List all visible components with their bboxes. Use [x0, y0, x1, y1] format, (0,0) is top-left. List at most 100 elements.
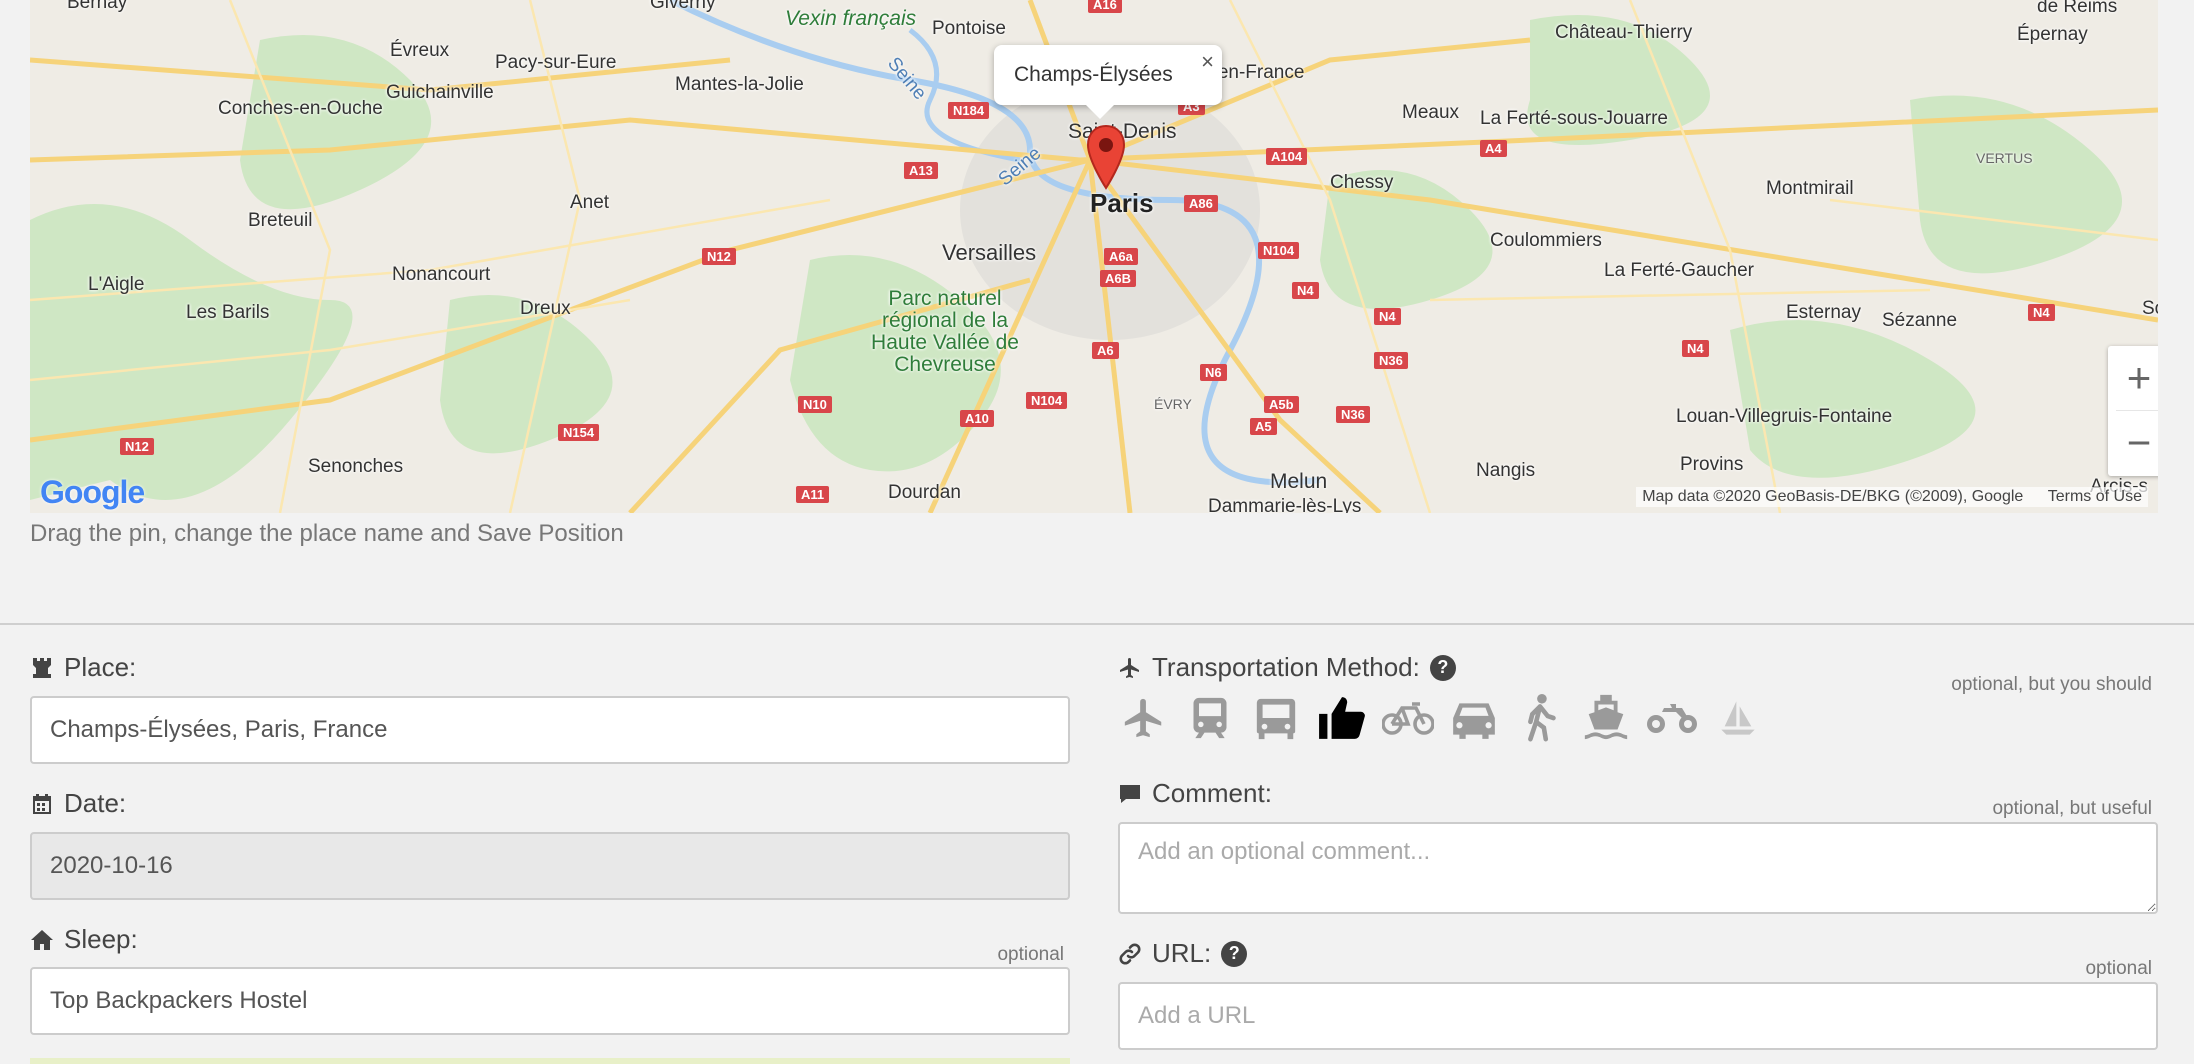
infowindow-tail — [1084, 103, 1116, 119]
url-help-icon[interactable]: ? — [1221, 940, 1248, 967]
transport-plane-button[interactable] — [1118, 690, 1170, 746]
place-label: Pontoise — [932, 18, 1006, 39]
comment-textarea[interactable] — [1118, 822, 2158, 914]
place-label: So — [2142, 298, 2158, 319]
place-label: ÉVRY — [1154, 396, 1192, 412]
transport-hitchhike-button[interactable] — [1316, 690, 1368, 746]
transport-bicycle-button[interactable] — [1382, 690, 1434, 746]
train-icon — [1193, 697, 1227, 739]
road-shield: N12 — [120, 438, 154, 455]
map-attribution: Map data ©2020 GeoBasis-DE/BKG (©2009), … — [1636, 487, 2148, 507]
place-label: Dammarie-lès-Lys — [1208, 496, 1362, 513]
motorbike-icon — [1647, 704, 1697, 733]
place-label: L'Aigle — [88, 274, 145, 295]
transport-bus-button[interactable] — [1250, 690, 1302, 746]
zoom-out-button[interactable]: − — [2108, 411, 2158, 475]
bus-icon — [1256, 698, 1296, 740]
road-shield: A5b — [1264, 396, 1299, 413]
place-label: Montmirail — [1766, 178, 1854, 199]
road-shield: N184 — [948, 102, 990, 119]
place-label: Sézanne — [1882, 310, 1958, 331]
place-label: Guichainville — [386, 82, 494, 103]
calendar-icon — [33, 793, 51, 814]
place-label: Pacy-sur-Eure — [495, 52, 617, 73]
place-label: Les Barils — [186, 302, 270, 323]
transport-walk-button[interactable] — [1514, 690, 1566, 746]
sleep-optional-hint: optional — [997, 944, 1064, 965]
attribution-text: Map data ©2020 GeoBasis-DE/BKG (©2009), … — [1642, 488, 2024, 505]
sleep-input[interactable] — [30, 967, 1070, 1035]
google-logo: Google — [40, 474, 145, 511]
place-label: Conches-en-Ouche — [218, 98, 383, 119]
transport-ship-button[interactable] — [1580, 690, 1632, 746]
place-label: Château-Thierry — [1555, 22, 1693, 43]
date-label: Date: — [30, 788, 126, 819]
comment-label: Comment: — [1118, 778, 1272, 809]
road-shield: N36 — [1336, 406, 1370, 423]
terms-link[interactable]: Terms of Use — [2048, 488, 2142, 505]
thumbs-up-icon — [1319, 697, 1365, 739]
place-label-paris: Paris — [1090, 188, 1154, 218]
link-icon — [1119, 942, 1141, 965]
plane-icon — [1120, 657, 1139, 678]
google-logo-text: Google — [40, 474, 145, 510]
comment-label-text: Comment: — [1152, 778, 1272, 808]
road-shield: N12 — [702, 248, 736, 265]
zoom-in-button[interactable]: + — [2108, 346, 2158, 410]
car-icon — [1453, 703, 1495, 739]
place-label: Esternay — [1786, 302, 1861, 323]
transport-train-button[interactable] — [1184, 690, 1236, 746]
place-label: VERTUS — [1976, 150, 2033, 166]
rook-icon — [33, 657, 51, 678]
divider — [0, 623, 2194, 625]
zoom-control: + − — [2108, 346, 2158, 476]
transport-methods — [1118, 690, 1764, 746]
road-shield: N4 — [1682, 340, 1709, 357]
plane-icon — [1124, 698, 1162, 738]
map[interactable]: Bernay Giverny Vexin français Pontoise C… — [30, 0, 2158, 513]
infowindow-close-icon[interactable]: × — [1201, 49, 1214, 75]
transport-help-icon[interactable]: ? — [1429, 654, 1456, 681]
transport-motorbike-button[interactable] — [1646, 690, 1698, 746]
road-shield: N6 — [1200, 364, 1227, 381]
place-input[interactable] — [30, 696, 1070, 764]
map-hint: Drag the pin, change the place name and … — [30, 520, 624, 547]
transport-car-button[interactable] — [1448, 690, 1500, 746]
date-input[interactable] — [30, 832, 1070, 900]
road-shield: N10 — [798, 396, 832, 413]
place-label-text: Place: — [64, 652, 137, 682]
place-label: Épernay — [2017, 24, 2088, 45]
road-shield: A4 — [1480, 140, 1507, 157]
road-shield: A10 — [960, 410, 994, 427]
road-shield: A104 — [1266, 148, 1308, 165]
url-label: URL: ? — [1118, 938, 1248, 969]
infowindow-label: Champs-Élysées — [1014, 63, 1173, 86]
road-shield: N104 — [1258, 242, 1300, 259]
url-label-text: URL: — [1152, 938, 1212, 968]
place-label: Vexin français — [785, 7, 917, 30]
url-input[interactable] — [1118, 982, 2158, 1050]
road-shield: A16 — [1088, 0, 1122, 13]
map-pin-icon[interactable] — [1086, 124, 1126, 190]
place-label: Versailles — [942, 240, 1037, 265]
transport-optional-hint: optional, but you should — [1951, 674, 2152, 695]
place-label: Senonches — [308, 456, 404, 477]
date-label-text: Date: — [64, 788, 127, 818]
place-label: Nonancourt — [392, 264, 491, 285]
place-label: Melun — [1270, 470, 1328, 493]
road-shield: N104 — [1026, 392, 1068, 409]
next-field-edge — [30, 1058, 1070, 1064]
place-label: Bernay — [67, 0, 128, 13]
place-label: Mantes-la-Jolie — [675, 74, 804, 95]
place-label: Évreux — [390, 40, 450, 61]
transport-label: Transportation Method: ? — [1118, 652, 1456, 683]
place-label: Giverny — [650, 0, 716, 13]
home-icon — [31, 929, 53, 950]
place-label: Breteuil — [248, 210, 313, 231]
place-label: Nangis — [1476, 460, 1536, 481]
road-shield: A5 — [1250, 418, 1277, 435]
sleep-label-text: Sleep: — [64, 924, 138, 954]
transport-sailboat-button[interactable] — [1712, 690, 1764, 746]
place-label: Place: — [30, 652, 136, 683]
comment-optional-hint: optional, but useful — [1992, 798, 2152, 819]
